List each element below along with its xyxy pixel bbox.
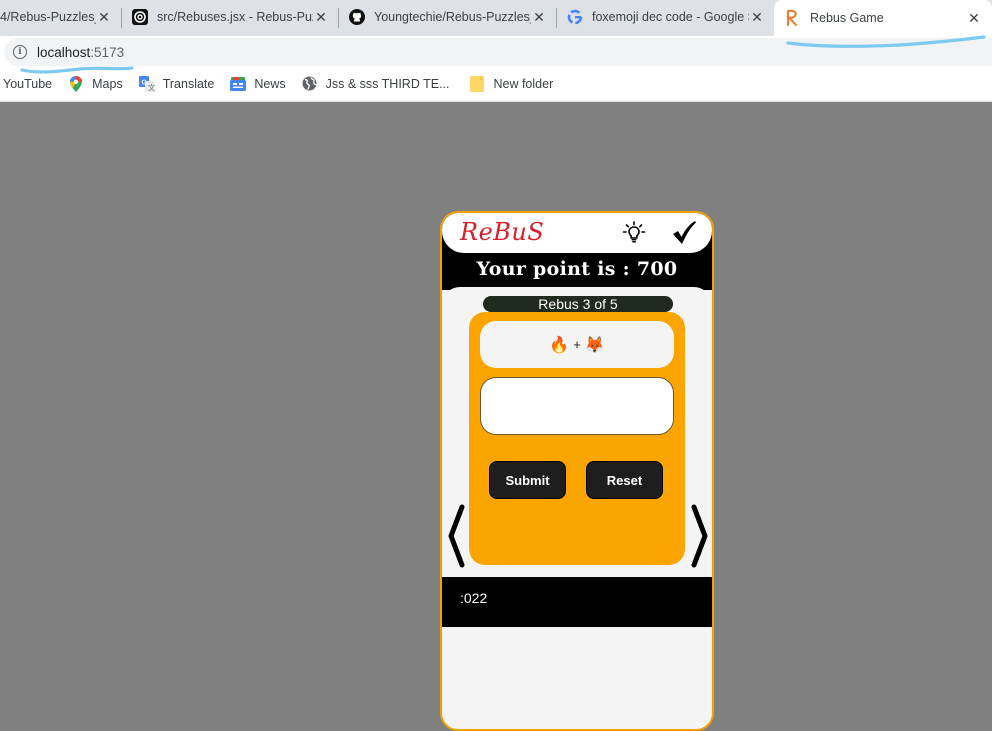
tab-title: Rebus Game xyxy=(810,11,884,25)
browser-tab-strip: 4/Rebus-Puzzles_ ✕ src/Rebuses.jsx - Reb… xyxy=(0,0,992,36)
news-icon xyxy=(230,76,247,92)
github-icon xyxy=(349,9,365,25)
next-rebus-chevron-icon[interactable] xyxy=(688,503,710,569)
close-icon[interactable]: ✕ xyxy=(313,9,329,25)
puzzle-emoji-fire: 🔥 xyxy=(549,336,570,354)
page-viewport: ReBuS Your point is : 700 Rebus 3 of 5 🔥… xyxy=(0,103,992,731)
previous-rebus-chevron-icon[interactable] xyxy=(446,503,468,569)
header-bar: ReBuS xyxy=(442,213,712,253)
rebus-game-card: ReBuS Your point is : 700 Rebus 3 of 5 🔥… xyxy=(440,211,714,731)
game-footer: :022 xyxy=(442,577,712,627)
bookmark-youtube[interactable]: YouTube xyxy=(3,77,52,91)
rebus-progress-label: Rebus 3 of 5 xyxy=(483,296,673,312)
url-host: localhost xyxy=(37,44,91,60)
bookmark-news[interactable]: News xyxy=(230,76,286,92)
maps-pin-icon xyxy=(68,75,84,92)
browser-tab[interactable]: foxemoji dec code - Google S ✕ xyxy=(557,0,773,34)
submit-button[interactable]: Submit xyxy=(489,461,566,499)
bookmark-label: YouTube xyxy=(3,76,53,91)
browser-tab[interactable]: Youngtechie/Rebus-Puzzles_ ✕ xyxy=(339,0,555,34)
bookmark-maps[interactable]: Maps xyxy=(68,75,123,92)
close-icon[interactable]: ✕ xyxy=(531,9,547,25)
tab-title: 4/Rebus-Puzzles_ xyxy=(0,10,96,24)
bookmark-label: New folder xyxy=(493,76,554,91)
check-answer-icon[interactable] xyxy=(670,219,698,247)
url-text[interactable]: localhost:5173 xyxy=(37,45,124,60)
tab-title: src/Rebuses.jsx - Rebus-Puzzl xyxy=(157,10,313,24)
points-display: Your point is : 700 xyxy=(476,258,678,280)
bookmark-new-folder[interactable]: New folder xyxy=(469,75,554,92)
bookmark-jss[interactable]: Jss & sss THIRD TE... xyxy=(302,76,450,92)
address-bar[interactable]: i localhost:5173 xyxy=(4,38,992,66)
bookmark-translate[interactable]: G文 Translate xyxy=(138,75,215,92)
folder-icon xyxy=(469,75,485,92)
lightbulb-hint-icon[interactable] xyxy=(622,221,646,245)
close-icon[interactable]: ✕ xyxy=(96,9,112,25)
puzzle-display: 🔥 + 🦊 xyxy=(480,321,674,368)
browser-tab[interactable]: 4/Rebus-Puzzles_ ✕ xyxy=(0,0,120,34)
puzzle-emoji-fox: 🦊 xyxy=(584,336,605,354)
codesandbox-icon xyxy=(132,9,148,25)
bookmark-label: Maps xyxy=(92,76,123,91)
game-logo: ReBuS xyxy=(460,218,545,246)
footer-text: :022 xyxy=(460,590,488,606)
close-icon[interactable]: ✕ xyxy=(749,9,765,25)
svg-text:文: 文 xyxy=(148,83,155,92)
close-icon[interactable]: ✕ xyxy=(966,10,982,26)
info-icon[interactable]: i xyxy=(13,45,27,59)
browser-tab-active[interactable]: Rebus Game ✕ xyxy=(774,0,992,36)
rebus-r-icon xyxy=(785,9,801,26)
url-port: :5173 xyxy=(90,44,125,60)
browser-tab[interactable]: src/Rebuses.jsx - Rebus-Puzzl ✕ xyxy=(122,0,337,34)
bookmark-label: News xyxy=(254,76,286,91)
svg-text:G: G xyxy=(141,79,147,86)
answer-input[interactable] xyxy=(480,377,674,435)
reset-button[interactable]: Reset xyxy=(586,461,663,499)
tab-title: Youngtechie/Rebus-Puzzles_ xyxy=(374,10,531,24)
tab-title: foxemoji dec code - Google S xyxy=(592,10,749,24)
globe-icon xyxy=(302,76,318,92)
google-icon xyxy=(567,9,583,25)
bookmarks-bar: YouTube Maps G文 Translate News Jss & sss… xyxy=(0,66,992,102)
browser-toolbar: i localhost:5173 xyxy=(0,36,992,66)
translate-icon: G文 xyxy=(138,75,155,92)
bookmark-label: Jss & sss THIRD TE... xyxy=(325,76,450,91)
game-header: ReBuS Your point is : 700 xyxy=(442,213,712,290)
puzzle-operator: + xyxy=(573,337,581,352)
bookmark-label: Translate xyxy=(162,76,215,91)
puzzle-panel: 🔥 + 🦊 Submit Reset xyxy=(469,312,685,565)
